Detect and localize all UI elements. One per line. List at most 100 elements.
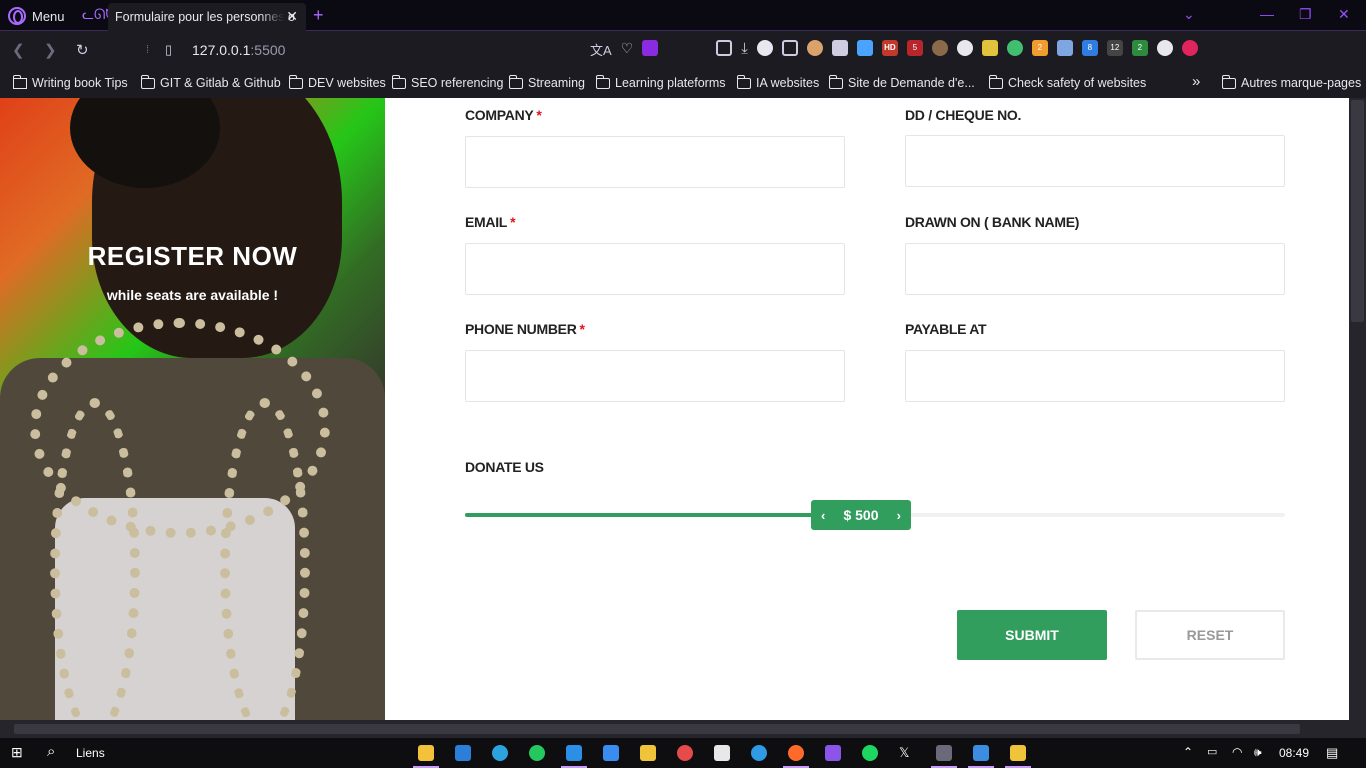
donate-amount: $ 500 [843,507,879,523]
address-bar[interactable]: 127.0.0.1:5500 [192,42,285,58]
spotify-icon[interactable] [862,745,878,761]
bookmark-check-safety[interactable]: Check safety of websites [988,74,1146,90]
extension-blue-badge-icon[interactable]: 8 [1081,40,1098,56]
search-icon[interactable]: ⌕ [47,743,63,760]
extension-play-icon[interactable] [1181,40,1198,56]
donate-slider-handle[interactable]: ‹ $ 500 › [811,500,911,530]
site-info-icon[interactable]: ⁞ [146,44,149,56]
back-arrow-icon[interactable]: ❮ [12,41,25,59]
page-icon: ▯ [165,42,173,57]
extension-yellow-icon[interactable] [981,40,998,56]
extension-m-icon[interactable] [756,40,773,56]
taskbar-clock[interactable]: 08:49 [1279,746,1309,760]
folder-icon [508,74,523,89]
whatsapp-icon[interactable] [529,745,545,761]
document-icon [12,74,27,89]
phone-number-input[interactable] [465,350,845,402]
mail-icon[interactable] [455,745,471,761]
notification-icon[interactable]: ▤ [1326,745,1342,761]
extensions-puzzle-icon[interactable] [781,40,798,56]
cheque-number-input[interactable] [905,135,1285,187]
volume-icon[interactable]: 🕪 [1254,745,1270,761]
phone-number-label: PHONE NUMBER * [465,321,585,337]
edge-icon[interactable] [751,745,767,761]
extension-cookie-icon[interactable] [931,40,948,56]
donate-label: DONATE US [465,459,544,475]
bookmark-streaming[interactable]: Streaming [508,74,585,90]
tab-close-icon[interactable]: ✕ [286,8,298,25]
folder-icon [140,74,155,89]
minimize-window-icon[interactable]: — [1260,6,1274,22]
bookmark-other-folder[interactable]: Autres marque-pages [1221,74,1361,90]
extension-circle-icon[interactable] [956,40,973,56]
bookmarks-overflow-chevron-icon[interactable]: » [1192,73,1200,90]
extension-w-icon[interactable] [1156,40,1173,56]
extension-hd-icon[interactable]: HD [881,40,898,56]
folder-icon [288,74,303,89]
bookmark-ia-websites[interactable]: IA websites [736,74,819,90]
bookmark-learning-plateforms[interactable]: Learning plateforms [595,74,725,90]
firefox-icon[interactable] [788,745,804,761]
vscode-icon[interactable] [566,745,582,761]
bookmark-site-de-demande[interactable]: Site de Demande d'e... [828,74,975,90]
telegram-icon[interactable] [492,745,508,761]
photos-icon[interactable] [973,745,989,761]
browser-menu-button[interactable]: Menu [8,6,65,26]
forward-arrow-icon[interactable]: ❯ [44,41,57,59]
reset-button[interactable]: RESET [1135,610,1285,660]
extension-face-icon[interactable] [806,40,823,56]
bookmarks-bar: Writing book Tips GIT & Gitlab & Github … [0,69,1366,98]
tab-list-chevron-icon[interactable]: ⌄ [1183,6,1195,23]
new-tab-plus-icon[interactable]: + [313,5,324,26]
close-window-icon[interactable]: ✕ [1338,6,1350,23]
extension-w-badge-icon[interactable]: 5 [906,40,923,56]
required-asterisk: * [579,321,585,337]
bank-name-input[interactable] [905,243,1285,295]
download-icon[interactable]: ⤓ [741,40,748,57]
adblock-shield-icon[interactable] [642,40,659,56]
file-explorer-icon[interactable] [418,745,434,761]
extension-orange-badge-icon[interactable]: 2 [1031,40,1048,56]
wifi-icon[interactable]: ◠ [1232,745,1248,761]
submit-button[interactable]: SUBMIT [957,610,1107,660]
notion-icon[interactable] [714,745,730,761]
extension-doc-icon[interactable] [1056,40,1073,56]
battery-icon[interactable]: ▭ [1207,745,1223,761]
bookmark-writing-book-tips[interactable]: Writing book Tips [12,74,128,90]
email-input[interactable] [465,243,845,295]
bookmark-git[interactable]: GIT & Gitlab & Github [140,74,281,90]
restore-window-icon[interactable]: ❐ [1299,6,1312,23]
vertical-scrollbar-thumb[interactable] [1351,100,1364,322]
translate-icon[interactable]: 文A [590,40,612,58]
extension-flag-icon[interactable] [856,40,873,56]
bookmark-label: DEV websites [308,76,386,90]
x-twitter-icon[interactable]: 𝕏 [899,745,915,761]
reload-icon[interactable]: ↻ [76,41,89,59]
horizontal-scrollbar-thumb[interactable] [14,724,1300,734]
extension-green-badge-icon[interactable]: 2 [1131,40,1148,56]
extension-terminal-badge-icon[interactable]: 12 [1106,40,1123,56]
cheque-number-label: DD / CHEQUE NO. [905,107,1022,123]
active-tab[interactable]: Formulaire pour les personnes o ✕ [108,3,306,31]
extension-tools-icon[interactable] [831,40,848,56]
windows-start-icon[interactable]: ⊞ [11,744,27,760]
payable-at-input[interactable] [905,350,1285,402]
taskbar-links-toolbar[interactable]: Liens [76,746,105,760]
company-input[interactable] [465,136,845,188]
register-now-heading: REGISTER NOW [87,241,298,271]
opera-gx-icon[interactable] [825,745,841,761]
bookmark-seo-referencing[interactable]: SEO referencing [391,74,503,90]
app-red-icon[interactable] [677,745,693,761]
todo-check-icon[interactable] [603,745,619,761]
extension-green-icon[interactable] [1006,40,1023,56]
git-tool-icon[interactable] [640,745,656,761]
bank-name-label: DRAWN ON ( BANK NAME) [905,214,1080,230]
heart-icon[interactable]: ♡ [621,40,634,56]
bookmark-dev-websites[interactable]: DEV websites [288,74,386,90]
web-page-viewport: REGISTER NOW while seats are available !… [0,98,1349,720]
app-gray-icon[interactable] [936,745,952,761]
folder-icon [1221,74,1236,89]
pocket-icon[interactable] [716,40,733,56]
git-tool-2-icon[interactable] [1010,745,1026,761]
tray-chevron-up-icon[interactable]: ⌃ [1183,745,1199,761]
